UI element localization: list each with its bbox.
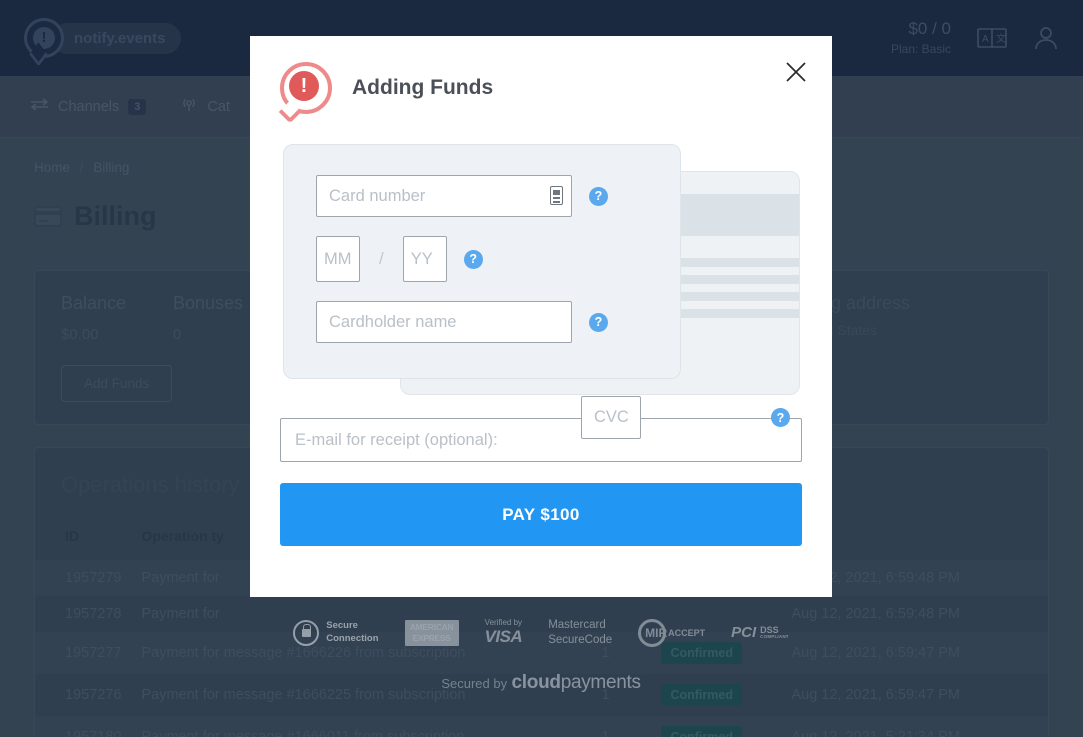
secured-by-label: Secured by [441,676,508,691]
visa-verified-label: Verified by [484,618,523,628]
secured-by-cloudpayments: Secured by cloudpayments [250,672,832,694]
expiry-row: / ? [316,236,680,282]
cloudpayments-light: payments [560,672,641,693]
screen-root: ! notify.events $0 / 0 Plan: Basic A 文 C… [0,0,1083,737]
card-number-wrap [316,175,572,217]
modal-header: ! Adding Funds [250,36,832,124]
card-number-help-icon[interactable]: ? [589,186,608,206]
dss-label: DSS [760,624,779,635]
cvc-help-icon[interactable]: ? [771,408,790,427]
close-icon[interactable] [782,58,810,86]
compliant-label: COMPLIANT [760,634,789,640]
cardholder-name-input[interactable] [316,301,572,343]
lock-body [301,623,312,637]
cardholder-help-icon[interactable]: ? [589,312,608,332]
secure-connection-text: Secure Connection [326,620,378,646]
amex-logo: AMERICAN EXPRESS [404,620,459,646]
visa-wordmark: VISA [484,627,523,647]
amex-line-1: AMERICAN [409,622,454,633]
card-number-input[interactable] [316,175,572,217]
pci-wordmark: PCI [731,624,757,642]
card-illustration-stack: ? / ? ? ? [250,144,832,439]
cardholder-row: ? [316,301,680,343]
cloudpayments-wordmark: cloudpayments [512,672,641,693]
exclamation-mark: ! [33,27,55,49]
adding-funds-modal: ! Adding Funds Card number ? MM / YY ? C… [250,36,832,597]
exclamation-bubble-icon: ! [278,62,332,124]
mir-accept-logo: MIR ACCEPT [638,618,706,647]
expiry-year-input[interactable] [402,236,447,282]
lock-icon [293,619,320,646]
mastercard-line-1: Mastercard [548,619,606,631]
mir-accept-label: ACCEPT [668,627,706,638]
secure-line-1: Secure [326,620,358,632]
modal-title: Adding Funds [352,76,494,99]
secure-connection-badge: Secure Connection [293,619,379,646]
email-receipt-input[interactable] [280,418,802,462]
mastercard-line-2: SecureCode [548,633,613,646]
secure-line-2: Connection [326,632,379,644]
logo-exclamation: ! [289,71,319,101]
expiry-separator: / [379,249,384,268]
mir-wordmark: MIR [645,625,668,640]
card-front-form: ? / ? ? [283,144,681,379]
cloudpayments-bold: cloud [511,672,561,693]
pci-dss-text: DSS COMPLIANT [760,624,789,641]
expiry-help-icon[interactable]: ? [463,249,483,269]
mastercard-securecode-logo: Mastercard SecureCode [548,618,612,648]
exclamation-bubble-icon: ! [24,18,64,58]
cvc-input[interactable] [581,396,641,439]
pci-dss-logo: PCI DSS COMPLIANT [731,624,789,641]
card-number-row: ? [316,175,680,217]
verified-by-visa-logo: Verified by VISA [485,618,523,647]
expiry-month-input[interactable] [316,236,360,282]
email-receipt-row [250,418,832,462]
trust-badges-row: Secure Connection AMERICAN EXPRESS Verif… [250,618,832,648]
pay-button[interactable]: PAY $100 [280,483,802,546]
card-scan-icon[interactable] [550,186,563,205]
amex-line-2: EXPRESS [412,632,451,643]
